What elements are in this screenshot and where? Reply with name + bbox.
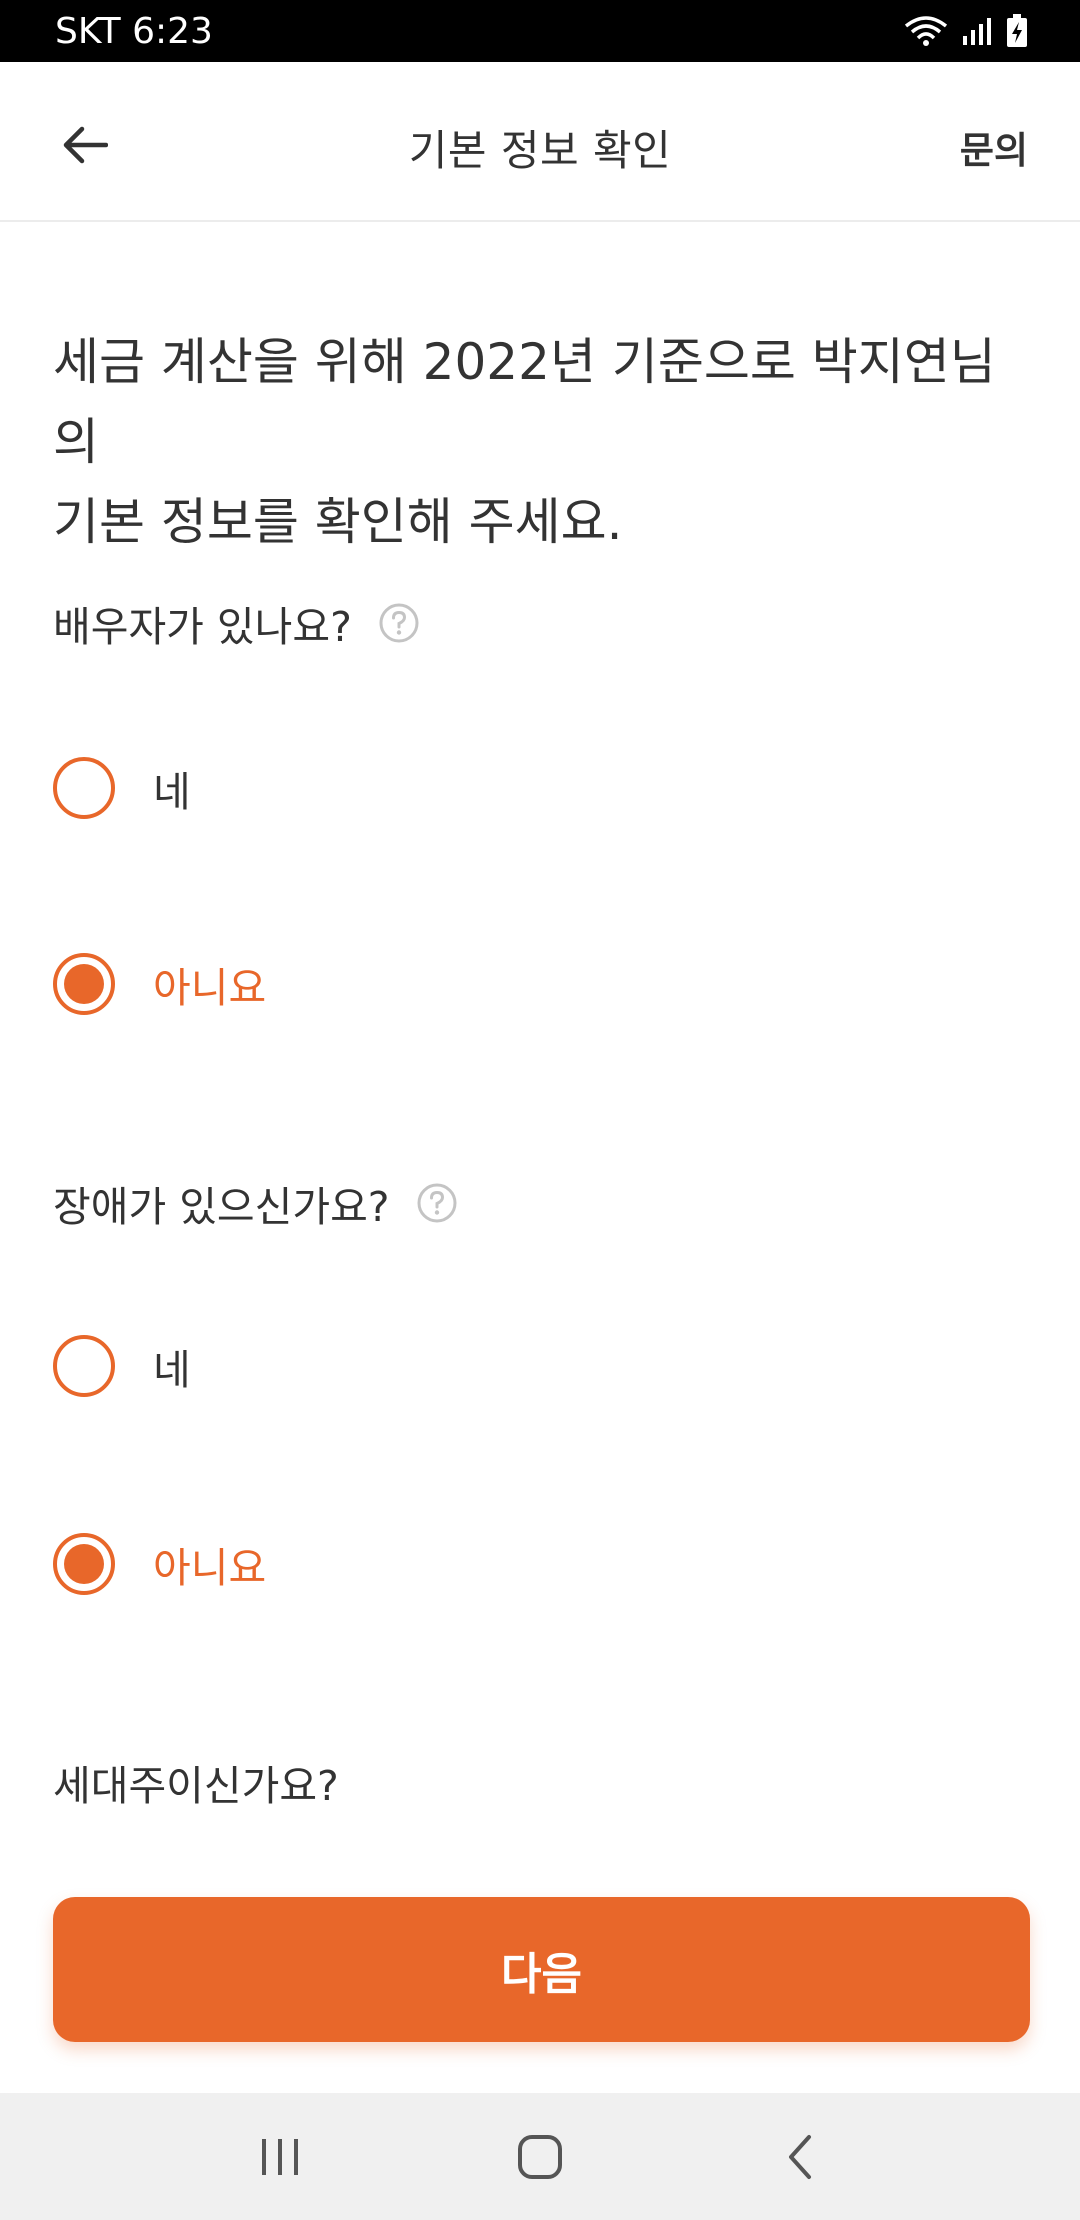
question-circle-icon[interactable] xyxy=(378,602,420,644)
option-label: 아니요 xyxy=(153,1544,267,1592)
screen: SKT 6:23 기본 정보 확인 문의 세금 계산을 위해 2022년 기준으… xyxy=(0,0,1080,2220)
home-icon xyxy=(518,2134,562,2179)
battery-charging-icon xyxy=(1007,14,1027,47)
question-circle-icon[interactable] xyxy=(416,1182,458,1224)
question-disability-label: 장애가 있으신가요? xyxy=(53,1183,390,1231)
status-carrier-time: SKT 6:23 xyxy=(55,10,213,52)
system-back-button[interactable] xyxy=(750,2107,850,2207)
back-chevron-icon xyxy=(789,2134,811,2179)
question-head-of-household-label: 세대주이신가요? xyxy=(53,1762,339,1810)
system-nav-bar xyxy=(0,2093,1080,2220)
disability-option-no[interactable]: 아니요 xyxy=(53,1533,266,1595)
option-label: 아니요 xyxy=(153,964,267,1012)
option-label: 네 xyxy=(153,768,191,816)
disability-option-yes[interactable]: 네 xyxy=(53,1335,191,1397)
question-head-of-household: 세대주이신가요? xyxy=(53,1752,339,1812)
intro-line-2: 기본 정보를 확인해 주세요. xyxy=(53,493,623,551)
intro-text: 세금 계산을 위해 2022년 기준으로 박지연님의 기본 정보를 확인해 주세… xyxy=(53,322,1033,562)
intro-line-1: 세금 계산을 위해 2022년 기준으로 박지연님의 xyxy=(53,333,996,471)
signal-icon xyxy=(963,18,991,45)
recent-apps-icon xyxy=(262,2138,298,2175)
recent-apps-button[interactable] xyxy=(230,2107,330,2207)
inquiry-button[interactable]: 문의 xyxy=(960,120,1028,174)
question-spouse-label: 배우자가 있나요? xyxy=(53,603,352,651)
question-spouse: 배우자가 있나요? xyxy=(53,593,420,653)
page-title: 기본 정보 확인 xyxy=(408,126,672,175)
spouse-option-no[interactable]: 아니요 xyxy=(53,953,266,1015)
home-button[interactable] xyxy=(490,2107,590,2207)
radio-unselected[interactable] xyxy=(53,757,115,819)
wifi-icon xyxy=(904,16,948,46)
status-bar: SKT 6:23 xyxy=(0,0,1080,62)
radio-selected[interactable] xyxy=(53,1533,115,1595)
option-label: 네 xyxy=(153,1346,191,1394)
question-disability: 장애가 있으신가요? xyxy=(53,1173,458,1233)
spouse-option-yes[interactable]: 네 xyxy=(53,757,191,819)
radio-unselected[interactable] xyxy=(53,1335,115,1397)
status-icons xyxy=(904,14,1028,48)
app-bar: 기본 정보 확인 문의 xyxy=(0,62,1080,222)
radio-selected[interactable] xyxy=(53,953,115,1015)
next-button[interactable]: 다음 xyxy=(53,1897,1030,2042)
